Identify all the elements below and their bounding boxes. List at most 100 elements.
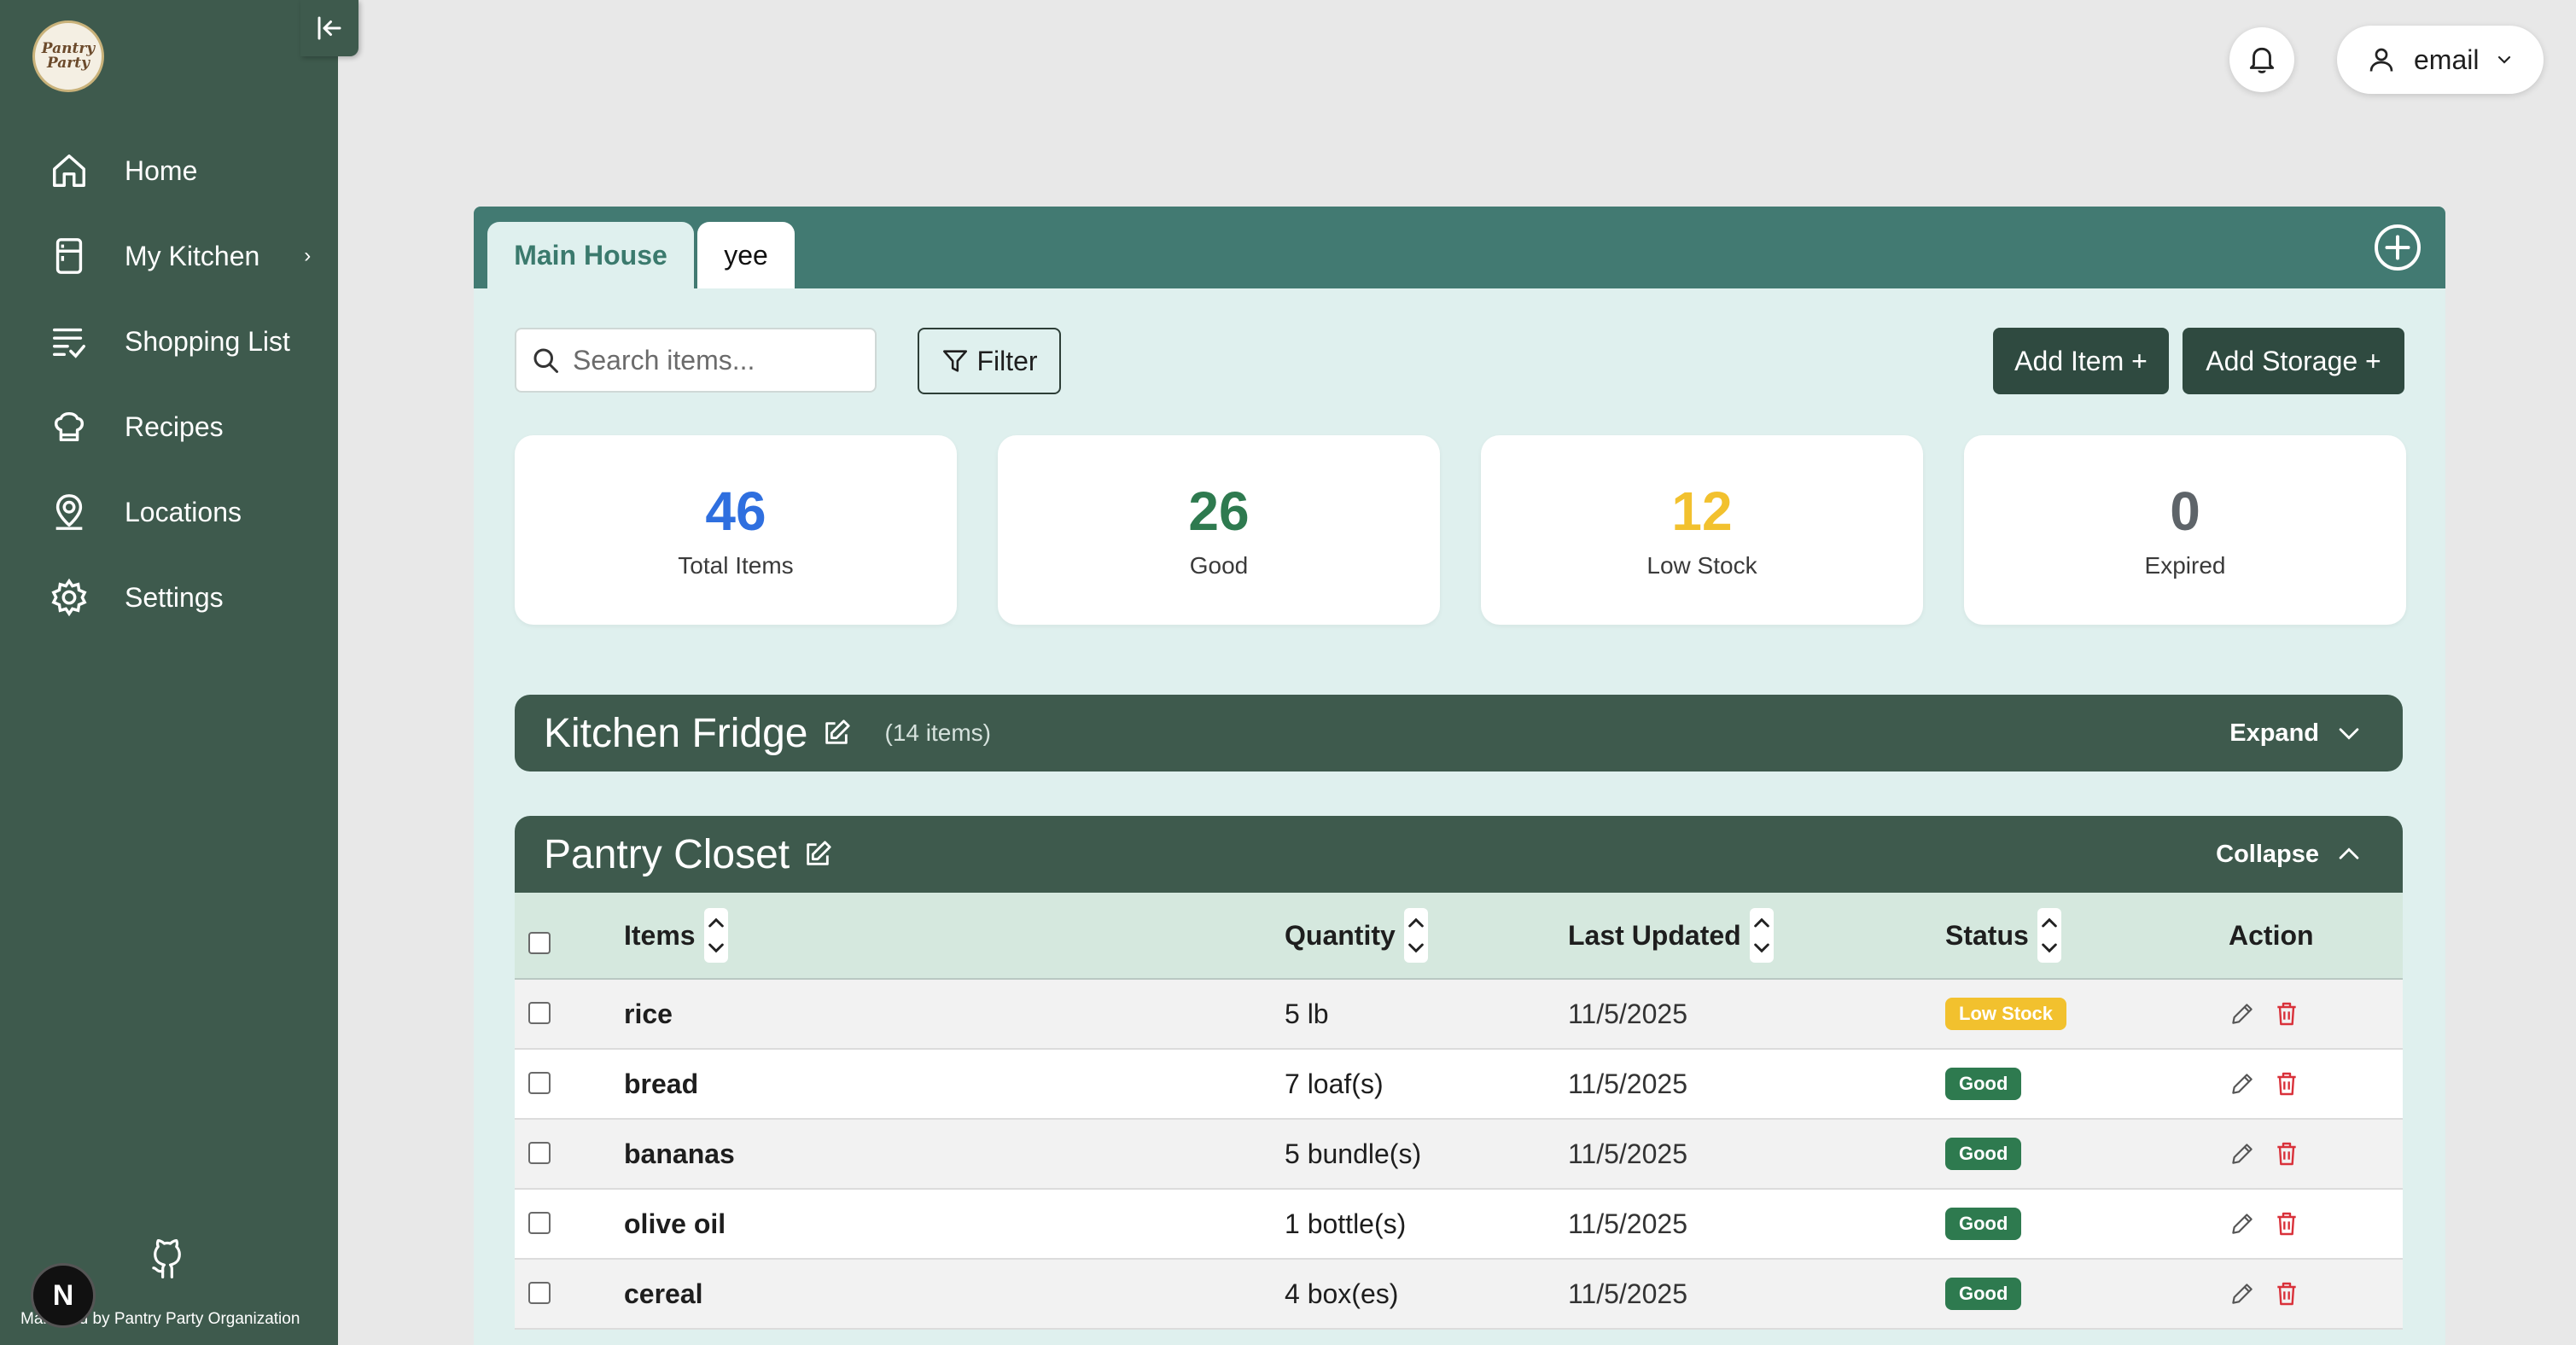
pencil-icon[interactable] — [2229, 1280, 2256, 1307]
home-icon — [53, 154, 85, 187]
collapse-sidebar-button[interactable] — [300, 0, 358, 56]
search-icon — [533, 348, 558, 373]
gear-icon — [51, 578, 87, 617]
status-badge: Low Stock — [1945, 998, 2067, 1030]
item-name: bread — [624, 1068, 699, 1099]
sidebar-item-settings[interactable]: Settings — [0, 555, 338, 640]
pencil-icon[interactable] — [2229, 1070, 2256, 1098]
edit-square-icon[interactable] — [822, 719, 851, 748]
sidebar-item-shopping-list[interactable]: Shopping List — [0, 299, 338, 384]
trash-icon[interactable] — [2273, 1000, 2300, 1028]
stat-value: 26 — [1188, 480, 1250, 542]
action-cell — [2229, 1280, 2317, 1307]
header-label: Last Updated — [1568, 919, 1741, 951]
sidebar-item-label: Settings — [125, 581, 224, 613]
status-badge: Good — [1945, 1208, 2022, 1240]
item-quantity: 5 bundle(s) — [1285, 1138, 1422, 1169]
storage-name: Kitchen Fridge — [544, 710, 808, 756]
sidebar-item-label: My Kitchen — [125, 240, 260, 271]
item-name: bananas — [624, 1138, 735, 1169]
inventory-panel: Main House yee Search items... Filter Ad… — [474, 207, 2445, 1345]
toggle-label: Expand — [2229, 719, 2319, 747]
status-cell: Good — [1945, 1068, 2022, 1100]
user-menu-button[interactable]: email — [2337, 26, 2544, 94]
edit-square-icon[interactable] — [803, 840, 832, 869]
sidebar-item-my-kitchen[interactable]: My Kitchen › — [0, 213, 338, 299]
trash-icon[interactable] — [2273, 1280, 2300, 1307]
filter-icon — [943, 350, 968, 372]
row-checkbox[interactable] — [528, 1212, 551, 1234]
stat-card-good: 26 Good — [998, 435, 1440, 625]
pencil-icon[interactable] — [2229, 1210, 2256, 1237]
table-row: cereal 4 box(es) 11/5/2025 Good — [515, 1260, 2403, 1330]
user-menu-label: email — [2414, 44, 2480, 75]
add-house-icon[interactable] — [2372, 222, 2423, 273]
header-quantity: Quantity — [1285, 908, 1428, 963]
sort-quantity-button[interactable] — [1403, 908, 1428, 963]
row-checkbox[interactable] — [528, 1142, 551, 1164]
item-last-updated: 11/5/2025 — [1568, 1208, 1687, 1239]
stat-label: Low Stock — [1646, 552, 1757, 579]
status-badge: Good — [1945, 1278, 2022, 1310]
row-checkbox[interactable] — [528, 1282, 551, 1304]
filter-label: Filter — [976, 345, 1038, 376]
github-icon[interactable] — [149, 1237, 186, 1280]
table-header: Items Quantity Last Updated Status Actio… — [515, 893, 2403, 980]
notifications-button[interactable] — [2229, 27, 2294, 92]
storage-name: Pantry Closet — [544, 831, 790, 877]
select-all-checkbox[interactable] — [528, 932, 551, 954]
chevron-up-icon — [2339, 847, 2359, 859]
stat-card-low-stock: 12 Low Stock — [1481, 435, 1923, 625]
row-checkbox[interactable] — [528, 1072, 551, 1094]
trash-icon[interactable] — [2273, 1140, 2300, 1167]
add-item-button[interactable]: Add Item + — [1993, 328, 2169, 394]
stat-value: 12 — [1671, 480, 1733, 542]
sidebar-item-home[interactable]: Home — [0, 128, 338, 213]
status-cell: Low Stock — [1945, 998, 2067, 1030]
sort-last-updated-button[interactable] — [1749, 908, 1774, 963]
stat-label: Good — [1189, 552, 1249, 579]
trash-icon[interactable] — [2273, 1070, 2300, 1098]
sort-items-button[interactable] — [703, 908, 728, 963]
sidebar-item-locations[interactable]: Locations — [0, 469, 338, 555]
tab-yee[interactable]: yee — [697, 222, 795, 288]
item-name: rice — [624, 998, 673, 1029]
toggle-label: Collapse — [2216, 840, 2319, 868]
list-check-icon — [53, 328, 85, 358]
row-checkbox[interactable] — [528, 1002, 551, 1024]
expand-button[interactable]: Expand — [2229, 695, 2363, 771]
item-name: olive oil — [624, 1208, 726, 1239]
sidebar-item-label: Recipes — [125, 410, 224, 442]
pencil-icon[interactable] — [2229, 1140, 2256, 1167]
stat-label: Total Items — [678, 552, 794, 579]
tab-main-house[interactable]: Main House — [487, 222, 694, 288]
user-icon — [2369, 48, 2393, 72]
search-placeholder: Search items... — [573, 344, 755, 376]
bell-icon — [2249, 47, 2275, 73]
storage-pantry-closet[interactable]: Pantry Closet Collapse — [515, 816, 2403, 893]
chevron-right-icon[interactable]: › — [304, 244, 311, 268]
search-input[interactable]: Search items... — [515, 328, 877, 393]
item-quantity: 1 bottle(s) — [1285, 1208, 1407, 1239]
pencil-icon[interactable] — [2229, 1000, 2256, 1028]
filter-button[interactable]: Filter — [918, 328, 1061, 394]
storage-item-count: (14 items) — [884, 719, 991, 746]
item-quantity: 7 loaf(s) — [1285, 1068, 1384, 1099]
sidebar-item-recipes[interactable]: Recipes — [0, 384, 338, 469]
table-row: bananas 5 bundle(s) 11/5/2025 Good — [515, 1120, 2403, 1190]
add-storage-button[interactable]: Add Storage + — [2183, 328, 2404, 394]
storage-kitchen-fridge[interactable]: Kitchen Fridge (14 items) Expand — [515, 695, 2403, 771]
collapse-button[interactable]: Collapse — [2216, 816, 2363, 893]
status-cell: Good — [1945, 1208, 2022, 1240]
action-cell — [2229, 1000, 2317, 1028]
item-last-updated: 11/5/2025 — [1568, 1068, 1687, 1099]
sort-status-button[interactable] — [2037, 908, 2061, 963]
n-badge[interactable]: N — [31, 1263, 96, 1328]
stat-card-total: 46 Total Items — [515, 435, 957, 625]
pantry-party-logo[interactable]: Pantry Party — [32, 20, 104, 92]
header-label: Status — [1945, 919, 2029, 951]
header-last-updated: Last Updated — [1568, 908, 1774, 963]
location-user-icon — [55, 494, 83, 530]
trash-icon[interactable] — [2273, 1210, 2300, 1237]
fridge-icon — [55, 238, 83, 274]
